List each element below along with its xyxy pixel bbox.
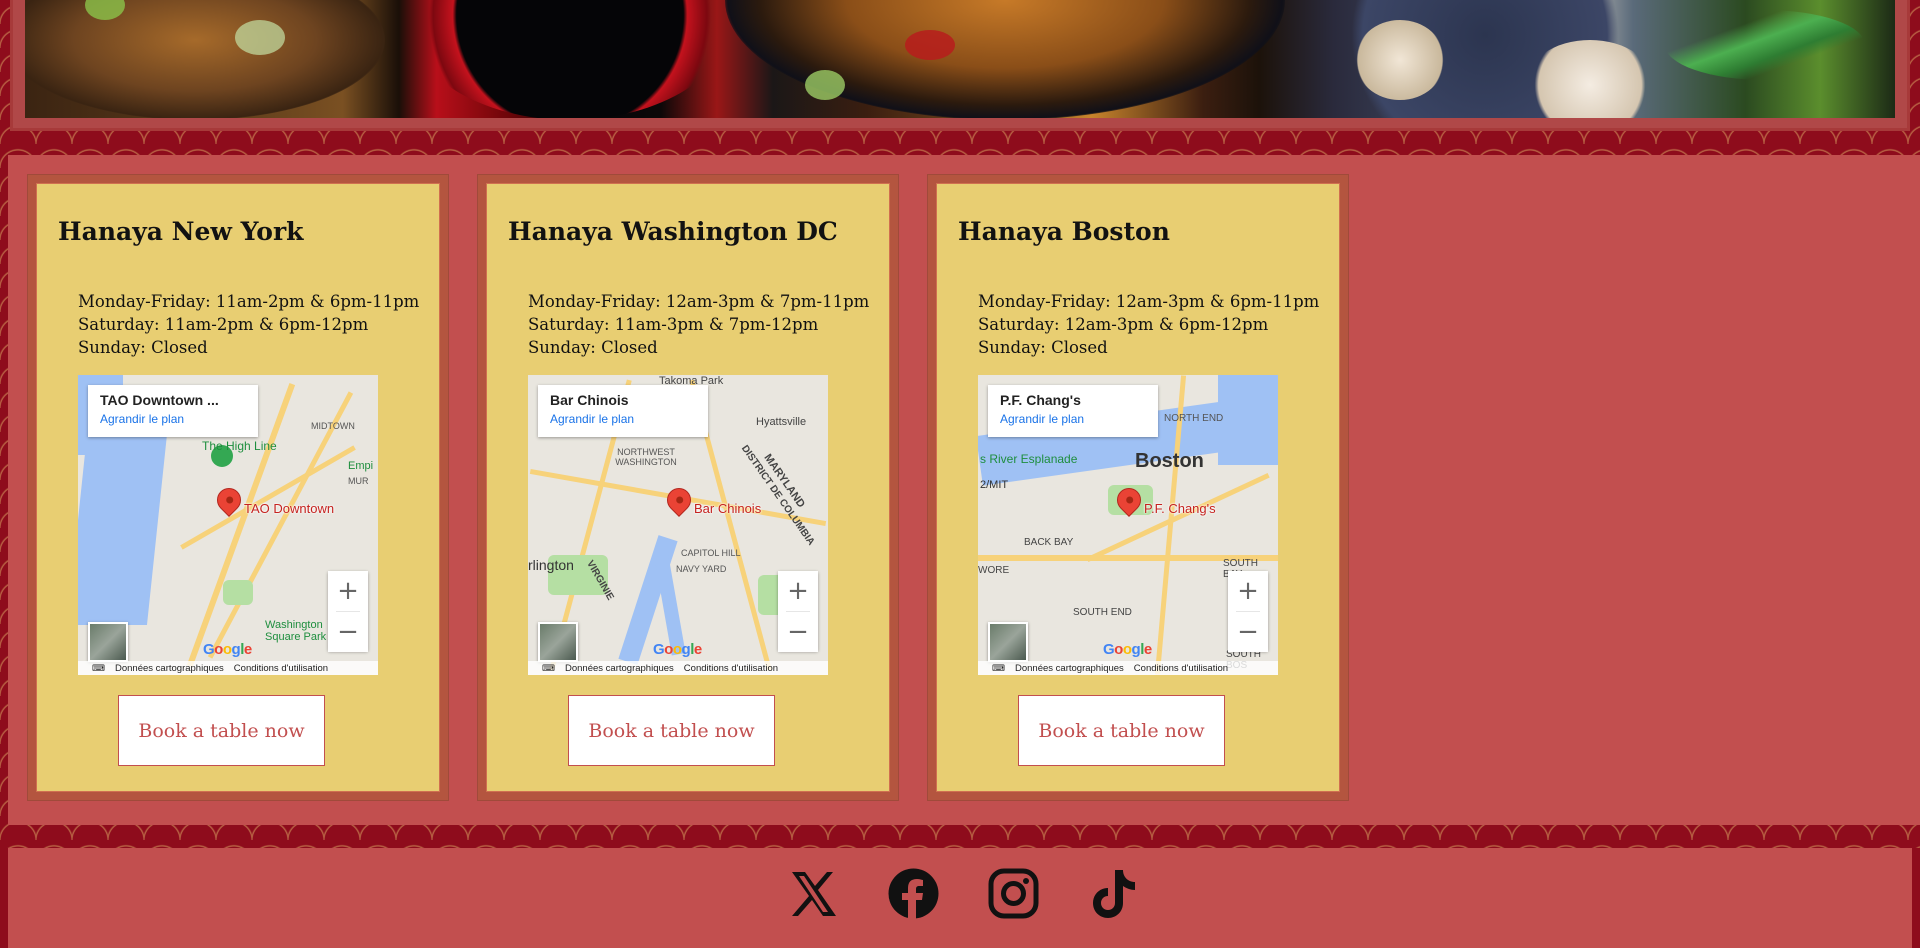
opening-hours: Monday-Friday: 12am-3pm & 7pm-11pm Satur…	[528, 290, 869, 359]
terms-link[interactable]: Conditions d'utilisation	[1134, 663, 1228, 674]
map-info-box: Bar Chinois Agrandir le plan	[538, 385, 708, 437]
map-attribution: ⌨ Données cartographiques Conditions d'u…	[978, 661, 1278, 675]
map-label-northwest: NORTHWEST WASHINGTON	[615, 447, 677, 467]
map-label-capitol-hill: CAPITOL HILL	[681, 548, 741, 558]
map-label-south-end: SOUTH END	[1073, 607, 1132, 618]
book-table-button[interactable]: Book a table now	[1018, 695, 1225, 766]
map-label-district: DISTRICT DE COLUMBIA	[738, 443, 817, 548]
map-pin-label: Bar Chinois	[694, 501, 762, 516]
map-place-name: P.F. Chang's	[1000, 392, 1081, 408]
keyboard-icon[interactable]: ⌨	[542, 663, 555, 674]
hero-food-image	[25, 0, 1895, 118]
zoom-in-button[interactable]: +	[778, 571, 818, 611]
embedded-map[interactable]: P.F. Chang's Agrandir le plan NORTH END …	[978, 375, 1278, 675]
book-table-button[interactable]: Book a table now	[568, 695, 775, 766]
map-attribution: ⌨ Données cartographiques Conditions d'u…	[78, 661, 378, 675]
opening-hours: Monday-Friday: 11am-2pm & 6pm-11pm Satur…	[78, 290, 419, 359]
hours-sunday: Sunday: Closed	[978, 338, 1108, 357]
location-card-boston: Hanaya Boston Monday-Friday: 12am-3pm & …	[928, 175, 1348, 800]
map-label-navy-yard: NAVY YARD	[676, 564, 727, 574]
map-data-link[interactable]: Données cartographiques	[115, 663, 224, 674]
map-info-box: TAO Downtown ... Agrandir le plan	[88, 385, 258, 437]
location-card-washington-dc: Hanaya Washington DC Monday-Friday: 12am…	[478, 175, 898, 800]
x-icon[interactable]	[788, 868, 839, 919]
map-label-midtown: MIDTOWN	[311, 421, 355, 431]
map-label-washington-square: Washington Square Park	[265, 619, 327, 643]
map-zoom-controls: + −	[1228, 571, 1268, 652]
facebook-icon[interactable]	[888, 868, 939, 919]
map-zoom-controls: + −	[778, 571, 818, 652]
satellite-toggle[interactable]	[88, 622, 128, 662]
map-label-high-line: The High Line	[202, 439, 277, 453]
map-label-wore: WORE	[978, 565, 1010, 576]
map-label-boston: Boston	[1135, 450, 1204, 472]
google-logo: Google	[203, 641, 252, 658]
keyboard-icon[interactable]: ⌨	[992, 663, 1005, 674]
map-attribution: ⌨ Données cartographiques Conditions d'u…	[528, 661, 828, 675]
terms-link[interactable]: Conditions d'utilisation	[684, 663, 778, 674]
map-data-link[interactable]: Données cartographiques	[565, 663, 674, 674]
location-title: Hanaya Washington DC	[508, 217, 838, 246]
map-label-north-end: NORTH END	[1164, 413, 1224, 424]
footer	[0, 848, 1920, 948]
instagram-icon[interactable]	[988, 868, 1039, 919]
book-table-button[interactable]: Book a table now	[118, 695, 325, 766]
zoom-in-button[interactable]: +	[1228, 571, 1268, 611]
hours-weekdays: Monday-Friday: 12am-3pm & 7pm-11pm	[528, 292, 870, 311]
opening-hours: Monday-Friday: 12am-3pm & 6pm-11pm Satur…	[978, 290, 1319, 359]
terms-link[interactable]: Conditions d'utilisation	[234, 663, 328, 674]
map-label-esplanade: s River Esplanade	[980, 452, 1078, 466]
map-label-mit: 2/MIT	[980, 479, 1009, 491]
hours-saturday: Saturday: 11am-2pm & 6pm-12pm	[78, 315, 369, 334]
location-title: Hanaya Boston	[958, 217, 1170, 246]
map-label-arlington: rlington	[528, 557, 574, 573]
hours-weekdays: Monday-Friday: 11am-2pm & 6pm-11pm	[78, 292, 420, 311]
location-card-new-york: Hanaya New York Monday-Friday: 11am-2pm …	[28, 175, 448, 800]
map-pin-label: P.F. Chang's	[1144, 501, 1216, 516]
hero-banner	[10, 0, 1910, 131]
satellite-toggle[interactable]	[988, 622, 1028, 662]
satellite-toggle[interactable]	[538, 622, 578, 662]
zoom-in-button[interactable]: +	[328, 571, 368, 611]
zoom-out-button[interactable]: −	[328, 612, 368, 652]
embedded-map[interactable]: Bar Chinois Agrandir le plan Takoma Park…	[528, 375, 828, 675]
map-label-back-bay: BACK BAY	[1024, 537, 1074, 548]
hours-weekdays: Monday-Friday: 12am-3pm & 6pm-11pm	[978, 292, 1320, 311]
hours-sunday: Sunday: Closed	[78, 338, 208, 357]
map-info-box: P.F. Chang's Agrandir le plan	[988, 385, 1158, 437]
google-logo: Google	[653, 641, 702, 658]
expand-map-link[interactable]: Agrandir le plan	[100, 412, 246, 426]
hours-saturday: Saturday: 11am-3pm & 7pm-12pm	[528, 315, 819, 334]
expand-map-link[interactable]: Agrandir le plan	[1000, 412, 1146, 426]
map-label-takoma: Takoma Park	[659, 375, 724, 387]
map-place-name: Bar Chinois	[550, 392, 629, 408]
location-title: Hanaya New York	[58, 217, 304, 246]
social-links	[788, 868, 1139, 919]
keyboard-icon[interactable]: ⌨	[92, 663, 105, 674]
tiktok-icon[interactable]	[1088, 868, 1139, 919]
google-logo: Google	[1103, 641, 1152, 658]
map-label-empire: Empi	[348, 460, 374, 472]
hours-saturday: Saturday: 12am-3pm & 6pm-12pm	[978, 315, 1269, 334]
hours-sunday: Sunday: Closed	[528, 338, 658, 357]
map-data-link[interactable]: Données cartographiques	[1015, 663, 1124, 674]
embedded-map[interactable]: TAO Downtown ... Agrandir le plan MIDTOW…	[78, 375, 378, 675]
expand-map-link[interactable]: Agrandir le plan	[550, 412, 696, 426]
map-pin-icon[interactable]	[662, 483, 696, 517]
map-pin-label: TAO Downtown	[244, 501, 335, 516]
map-place-name: TAO Downtown ...	[100, 392, 219, 408]
map-zoom-controls: + −	[328, 571, 368, 652]
zoom-out-button[interactable]: −	[778, 612, 818, 652]
map-label-hyattsville: Hyattsville	[756, 416, 807, 428]
locations-section: Hanaya New York Monday-Friday: 11am-2pm …	[8, 155, 1920, 825]
zoom-out-button[interactable]: −	[1228, 612, 1268, 652]
map-label-murray: MUR	[348, 476, 369, 486]
